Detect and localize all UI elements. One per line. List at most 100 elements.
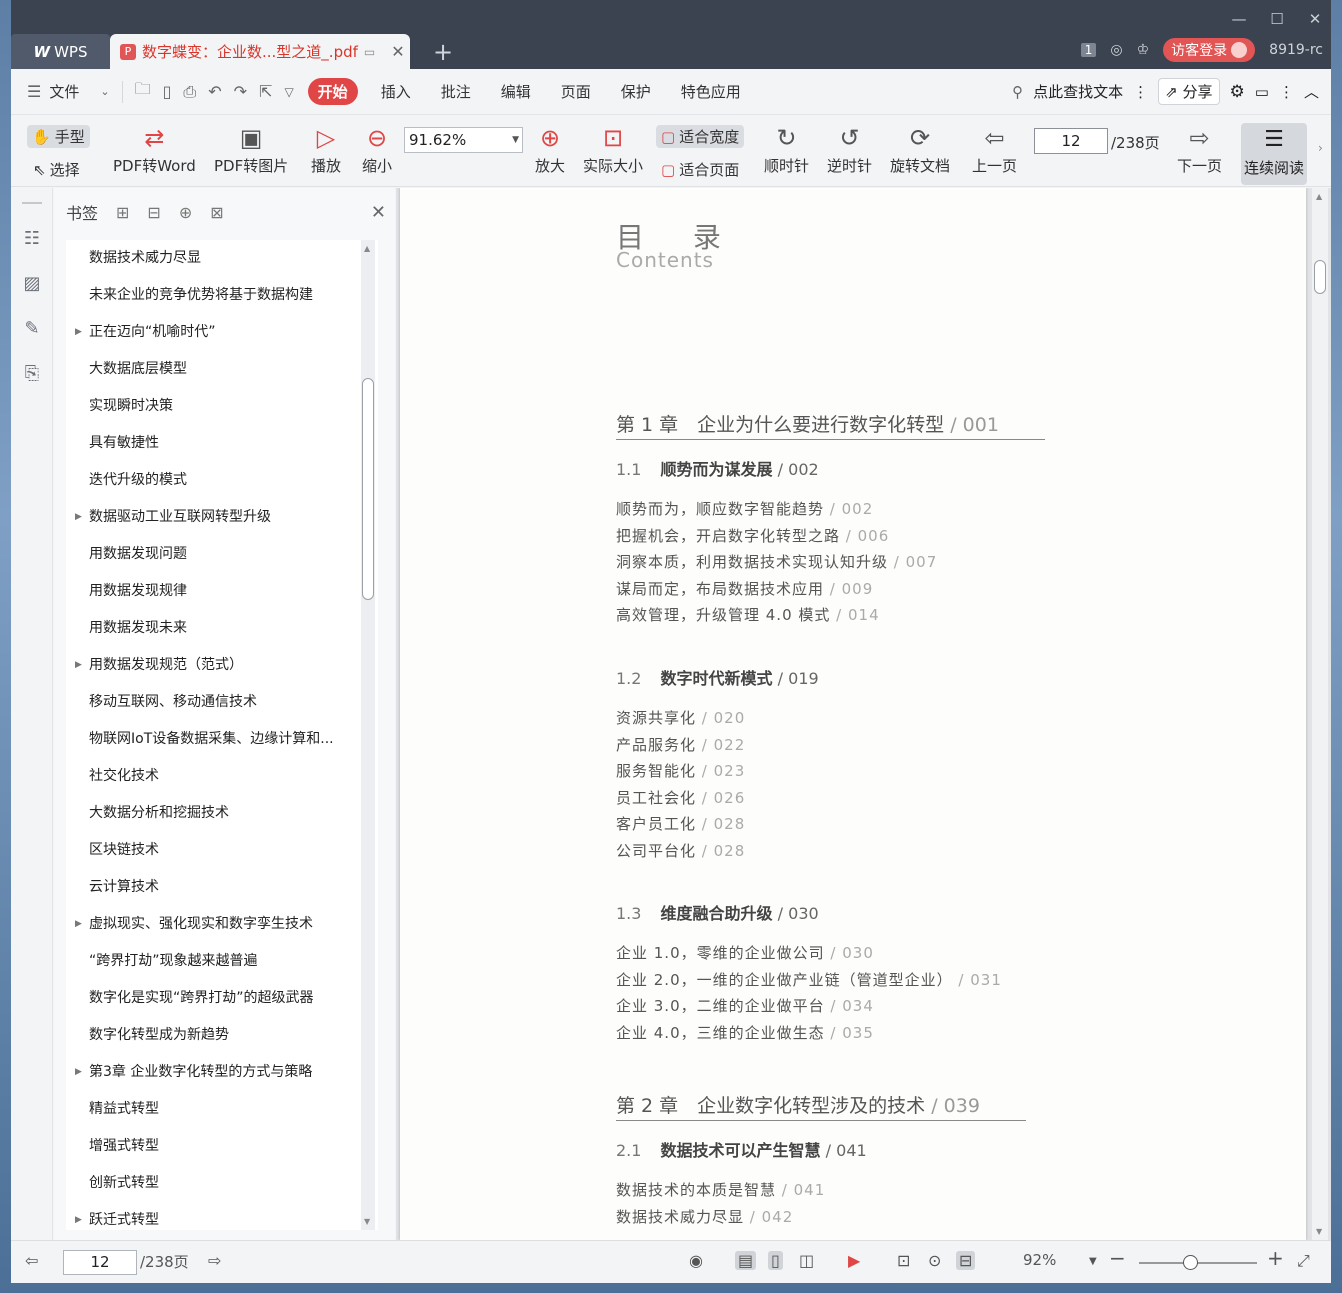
tab-annotate[interactable]: 批注 [426,81,486,102]
undo-icon[interactable]: ↶ [202,82,227,101]
pin-icon[interactable]: ▭ [364,45,375,59]
rotate-cw-button[interactable]: ↻ 顺时针 [764,123,809,176]
expand-arrow-icon[interactable]: ▶ [75,1054,82,1091]
bookmark-item[interactable]: 社交化技术 [66,758,361,795]
document-scroll-thumb[interactable] [1314,260,1326,294]
tab-insert[interactable]: 插入 [366,81,426,102]
rotate-doc-button[interactable]: ⟳ 旋转文档 [890,123,950,176]
fit-width-button[interactable]: ▢ 适合宽度 [656,125,745,148]
collapse-all-icon[interactable]: ⊟ [147,203,160,222]
bookmark-item[interactable]: ▶ 用数据发现规范（范式） [66,647,361,684]
toc-entry[interactable]: 企业 1.0，零维的企业做公司 / 030 [616,942,874,963]
bookmark-item[interactable]: 迭代升级的模式 [66,462,361,499]
file-menu[interactable]: 文件 [47,81,94,102]
zoom-out-button[interactable]: ⊖ 缩小 [362,123,392,176]
bookmark-item[interactable]: 移动互联网、移动通信技术 [66,684,361,721]
next-page-button[interactable]: ⇨ 下一页 [1177,123,1222,176]
play-slideshow-icon[interactable]: ▶ [848,1251,860,1270]
prev-page-button[interactable]: ⇦ 上一页 [972,123,1017,176]
tab-page[interactable]: 页面 [546,81,606,102]
expand-arrow-icon[interactable]: ▶ [75,499,82,536]
annotation-icon[interactable]: ✎ [11,318,53,339]
bookmark-item[interactable]: 创新式转型 [66,1165,361,1202]
toc-entry[interactable]: 产品服务化 / 022 [616,734,745,755]
toc-entry[interactable]: 数据技术威力尽显 / 042 [616,1206,793,1227]
delete-bookmark-icon[interactable]: ⊠ [210,203,223,222]
cloud-sync-icon[interactable]: ◎ [1110,42,1122,58]
toc-entry[interactable]: 资源共享化 / 020 [616,707,745,728]
tab-start[interactable]: 开始 [307,78,358,105]
chapter-2-heading[interactable]: 第 2 章 企业数字化转型涉及的技术 / 039 [616,1091,1026,1121]
section-2-1[interactable]: 2.1 数据技术可以产生智慧 / 041 [616,1137,867,1161]
tab-edit[interactable]: 编辑 [486,81,546,102]
bookmark-item[interactable]: ▶ 第3章 企业数字化转型的方式与策略 [66,1054,361,1091]
open-folder-icon[interactable]: 🗀 [129,78,157,105]
bookmark-item[interactable]: 用数据发现规律 [66,573,361,610]
bookmark-item[interactable]: 未来企业的竞争优势将基于数据构建 [66,277,361,314]
add-bookmark-icon[interactable]: ⊕ [179,203,192,222]
two-page-view-icon[interactable]: ◫ [799,1251,814,1270]
print-icon[interactable]: ⎙ [177,82,202,102]
save-icon[interactable]: ▯ [157,82,178,101]
more-options-icon[interactable]: ⋮ [1279,83,1294,101]
export-icon[interactable]: ⇱ [253,82,278,101]
hand-tool-button[interactable]: ✋ 手型 [27,125,90,148]
bookmark-item[interactable]: 区块链技术 [66,832,361,869]
bookmark-item[interactable]: 物联网IoT设备数据采集、边缘计算和... [66,721,361,758]
single-page-view-icon[interactable]: ▤ [735,1251,757,1270]
close-panel-icon[interactable]: ✕ [371,202,386,223]
bookmark-item[interactable]: ▶ 数据驱动工业互联网转型升级 [66,499,361,536]
expand-all-icon[interactable]: ⊞ [116,203,129,222]
bookmark-item[interactable]: “跨界打劫”现象越来越普遍 [66,943,361,980]
page-number-input[interactable]: 12 [1034,128,1108,154]
toc-entry[interactable]: 把握机会，开启数字化转型之路 / 006 [616,525,889,546]
settings-icon[interactable]: ⚙ [1230,82,1245,102]
pdf-to-word-button[interactable]: ⇄ PDF转Word [113,123,196,176]
toc-entry[interactable]: 企业 3.0，二维的企业做平台 / 034 [616,995,874,1016]
bookmark-item[interactable]: 实现瞬时决策 [66,388,361,425]
new-tab-icon[interactable]: + [433,38,453,66]
close-window-icon[interactable]: ✕ [1307,10,1323,28]
zoom-slider[interactable] [1139,1255,1257,1270]
rotate-ccw-button[interactable]: ↺ 逆时针 [827,123,872,176]
toc-entry[interactable]: 顺势而为，顺应数字智能趋势 / 002 [616,498,873,519]
bookmark-item[interactable]: 具有敏捷性 [66,425,361,462]
section-1-2[interactable]: 1.2 数字时代新模式 / 019 [616,665,819,689]
thumbnail-icon[interactable]: ▨ [11,273,53,294]
tab-protect[interactable]: 保护 [606,81,666,102]
bookmark-item[interactable]: 数据技术威力尽显 [66,240,361,277]
zoom-dropdown-icon[interactable]: ▼ [1089,1256,1097,1267]
bookmark-item[interactable]: 增强式转型 [66,1128,361,1165]
section-1-1[interactable]: 1.1 顺势而为谋发展 / 002 [616,456,819,480]
scroll-down-icon[interactable]: ▼ [364,1217,370,1226]
toc-entry[interactable]: 谋局而定，布局数据技术应用 / 009 [616,578,873,599]
window-count-badge[interactable]: 1 [1080,43,1097,57]
bookmark-item[interactable]: 精益式转型 [66,1091,361,1128]
toc-entry[interactable]: 高效管理，升级管理 4.0 模式 / 014 [616,604,880,625]
toolbar-scroll-right-icon[interactable]: › [1318,141,1323,155]
next-page-icon[interactable]: ⇨ [208,1251,221,1270]
scroll-down-icon[interactable]: ▼ [1316,1227,1322,1236]
toc-entry[interactable]: 服务智能化 / 023 [616,760,745,781]
toc-entry[interactable]: 企业 2.0，一维的企业做产业链（管道型企业） / 031 [616,969,1002,990]
toc-entry[interactable]: 公司平台化 / 028 [616,840,745,861]
scroll-up-icon[interactable]: ▲ [1316,192,1322,201]
toc-entry[interactable]: 员工社会化 / 026 [616,787,745,808]
play-button[interactable]: ▷ 播放 [311,123,341,176]
hamburger-icon[interactable]: ☰ [11,82,47,101]
maximize-icon[interactable]: ☐ [1269,10,1285,28]
zoom-input[interactable]: 91.62% ▼ [404,127,523,153]
close-tab-icon[interactable]: ✕ [391,42,404,61]
scroll-up-icon[interactable]: ▲ [364,244,370,253]
bookmark-item[interactable]: 云计算技术 [66,869,361,906]
expand-arrow-icon[interactable]: ▶ [75,1202,82,1230]
bookmark-scroll-thumb[interactable] [362,378,374,600]
continuous-read-button[interactable]: ☰ 连续阅读 [1241,123,1307,185]
signature-icon[interactable]: ⎘ [11,363,53,384]
fit-page-button[interactable]: ▢ 适合页面 [661,159,739,180]
bookmark-item[interactable]: ▶ 正在迈向“机喻时代” [66,314,361,351]
bookmark-item[interactable]: 用数据发现问题 [66,536,361,573]
outline-icon[interactable]: ☷ [11,228,53,249]
toc-entry[interactable]: 洞察本质，利用数据技术实现认知升级 / 007 [616,551,937,572]
status-page-input[interactable]: 12 [63,1250,137,1275]
